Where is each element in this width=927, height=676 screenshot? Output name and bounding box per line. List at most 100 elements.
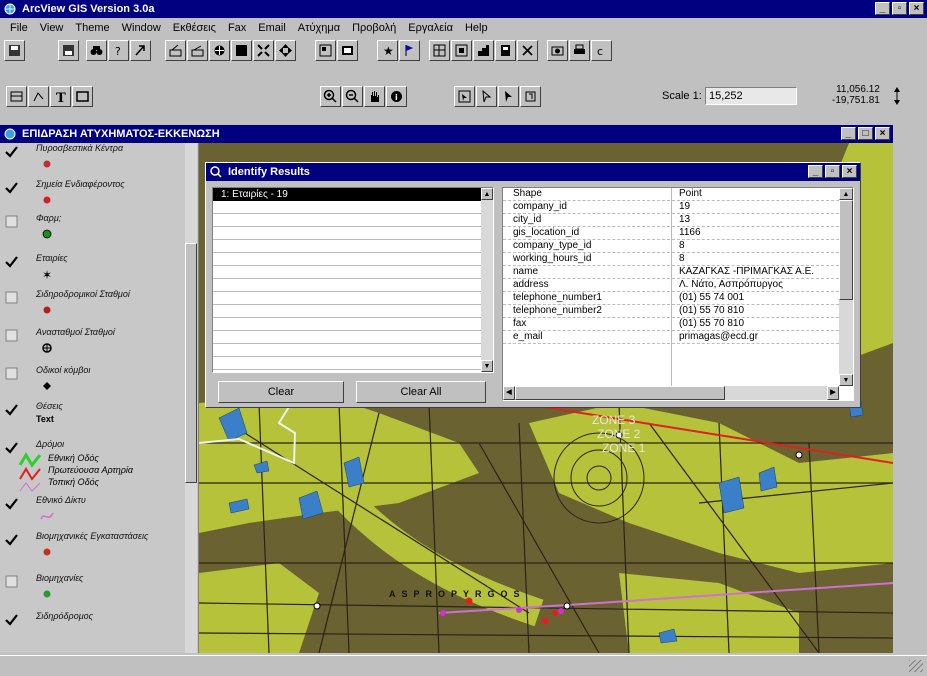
attribute-row[interactable]: address Λ. Νάτο, Ασπρόπυργος xyxy=(503,279,839,292)
checkbox-empty-icon[interactable] xyxy=(5,575,18,588)
menu-tools[interactable]: Εργαλεία xyxy=(402,19,459,37)
checkbox-checked-icon[interactable] xyxy=(5,403,18,416)
report-icon[interactable] xyxy=(495,40,516,61)
checkbox-empty-icon[interactable] xyxy=(5,215,18,228)
identify-maximize-button[interactable]: ▫ xyxy=(825,165,840,178)
save-project-icon[interactable] xyxy=(4,40,25,61)
select-graphics-icon[interactable] xyxy=(476,86,497,107)
clear-button[interactable]: Clear xyxy=(218,381,344,403)
zoom-selected-icon[interactable] xyxy=(253,40,274,61)
layout-icon[interactable] xyxy=(315,40,336,61)
scroll-down-icon[interactable]: ▼ xyxy=(481,360,493,372)
resize-grip-icon[interactable] xyxy=(909,660,923,672)
checkbox-empty-icon[interactable] xyxy=(5,367,18,380)
clear-all-button[interactable]: Clear All xyxy=(356,381,486,403)
legend-scroll-thumb[interactable] xyxy=(185,243,197,483)
legend-item[interactable]: Οδικοί κόμβοι xyxy=(0,365,185,399)
legend-scrollbar[interactable] xyxy=(185,143,197,653)
zoom-active-icon[interactable] xyxy=(231,40,252,61)
identify-icon[interactable]: i xyxy=(386,86,407,107)
help-icon[interactable]: ? xyxy=(108,40,129,61)
checkbox-checked-icon[interactable] xyxy=(5,441,18,454)
list-scrollbar[interactable]: ▲ ▼ xyxy=(481,188,493,372)
scale-input[interactable]: 15,252 xyxy=(705,87,797,105)
menu-help[interactable]: Help xyxy=(459,19,494,37)
menu-window[interactable]: Window xyxy=(116,19,167,37)
list-item-selected[interactable]: 1: Εταιρίες - 19 xyxy=(213,188,481,201)
grid-scroll-down-icon[interactable]: ▼ xyxy=(839,374,853,386)
minimize-button[interactable]: _ xyxy=(875,2,890,15)
maximize-button[interactable]: ▫ xyxy=(892,2,907,15)
copyright-icon[interactable]: c xyxy=(591,40,612,61)
menu-fax[interactable]: Fax xyxy=(222,19,252,37)
grid-scroll-left-icon[interactable]: ◀ xyxy=(503,386,515,400)
legend-item[interactable]: Βιομηχανίες xyxy=(0,573,185,607)
delete-icon[interactable] xyxy=(517,40,538,61)
menu-email[interactable]: Email xyxy=(252,19,292,37)
hatch-icon[interactable] xyxy=(429,40,450,61)
attribute-grid[interactable]: Shape Point company_id 19 city_id 13 gis_loc… xyxy=(502,187,854,401)
legend-item[interactable]: Θέσεις Text xyxy=(0,401,185,435)
grid-vertical-scrollbar[interactable]: ▲ ▼ xyxy=(839,188,853,386)
attribute-row[interactable]: company_type_id 8 xyxy=(503,240,839,253)
vertex-tool-icon[interactable] xyxy=(28,86,49,107)
menu-view[interactable]: View xyxy=(34,19,70,37)
legend-item[interactable]: Πυροσβεστικά Κέντρα xyxy=(0,143,185,177)
identify-minimize-button[interactable]: _ xyxy=(808,165,823,178)
table-icon[interactable] xyxy=(187,40,208,61)
attribute-row[interactable]: gis_location_id 1166 xyxy=(503,227,839,240)
save-icon[interactable] xyxy=(58,40,79,61)
grid-hscroll-thumb[interactable] xyxy=(515,386,725,400)
menu-projection[interactable]: Προβολή xyxy=(346,19,402,37)
checkbox-checked-icon[interactable] xyxy=(5,145,18,158)
checkbox-checked-icon[interactable] xyxy=(5,497,18,510)
checkbox-checked-icon[interactable] xyxy=(5,613,18,626)
draw-rect-icon[interactable] xyxy=(72,86,93,107)
checkbox-checked-icon[interactable] xyxy=(5,255,18,268)
query-icon[interactable] xyxy=(130,40,151,61)
attribute-row[interactable]: name ΚΑΖΑΓΚΑΣ -ΠΡΙΜΑΓΚΑΣ Α.Ε. xyxy=(503,266,839,279)
grid-horizontal-scrollbar[interactable]: ◀ ▶ xyxy=(503,386,839,400)
menu-reports[interactable]: Εκθέσεις xyxy=(167,19,222,37)
binoculars-icon[interactable] xyxy=(86,40,107,61)
camera-icon[interactable] xyxy=(547,40,568,61)
pan-icon[interactable] xyxy=(275,40,296,61)
zoom-full-icon[interactable] xyxy=(209,40,230,61)
attribute-row[interactable]: company_id 19 xyxy=(503,201,839,214)
text-tool-icon[interactable]: T xyxy=(50,86,71,107)
attribute-row[interactable]: city_id 13 xyxy=(503,214,839,227)
menu-accident[interactable]: Ατύχημα xyxy=(292,19,346,37)
star-icon[interactable]: ★ xyxy=(377,40,398,61)
attribute-row[interactable]: working_hours_id 8 xyxy=(503,253,839,266)
legend-item[interactable]: Δρόμοι Εθνική Οδός Πρωτεύουσα Αρτηρία Τοπικ… xyxy=(0,439,185,495)
view-maximize-button[interactable]: □ xyxy=(858,127,873,140)
view-minimize-button[interactable]: _ xyxy=(841,127,856,140)
edit-theme-icon[interactable] xyxy=(165,40,186,61)
checkbox-checked-icon[interactable] xyxy=(5,181,18,194)
scroll-up-icon[interactable]: ▲ xyxy=(481,188,493,200)
flag-icon[interactable] xyxy=(399,40,420,61)
legend-item[interactable]: Ανασταθμοί Σταθμοί xyxy=(0,327,185,361)
legend-item[interactable]: Εθνικό Δίκτυ xyxy=(0,495,185,529)
attribute-row[interactable]: telephone_number1 (01) 55 74 001 xyxy=(503,292,839,305)
identify-feature-list[interactable]: 1: Εταιρίες - 19 ▲ ▼ xyxy=(212,187,494,373)
view-close-button[interactable]: × xyxy=(875,127,890,140)
menu-theme[interactable]: Theme xyxy=(69,19,115,37)
frame-icon[interactable] xyxy=(337,40,358,61)
select-feature-icon[interactable] xyxy=(454,86,475,107)
attribute-row[interactable]: telephone_number2 (01) 55 70 810 xyxy=(503,305,839,318)
zoom-out-icon[interactable] xyxy=(342,86,363,107)
pointer-tool-icon[interactable] xyxy=(6,86,27,107)
zoom-in-icon[interactable] xyxy=(320,86,341,107)
menu-file[interactable]: File xyxy=(4,19,34,37)
checkbox-checked-icon[interactable] xyxy=(5,533,18,546)
identify-close-button[interactable]: × xyxy=(842,165,857,178)
label-tool-icon[interactable] xyxy=(520,86,541,107)
checkbox-empty-icon[interactable] xyxy=(5,291,18,304)
chart-icon[interactable] xyxy=(473,40,494,61)
arrow-pointer-icon[interactable] xyxy=(498,86,519,107)
legend-item[interactable]: Βιομηχανικές Εγκαταστάσεις xyxy=(0,531,185,565)
grid-scroll-right-icon[interactable]: ▶ xyxy=(827,386,839,400)
grid-scroll-thumb[interactable] xyxy=(839,200,853,300)
legend-item[interactable]: Εταιρίες ✶ xyxy=(0,253,185,287)
